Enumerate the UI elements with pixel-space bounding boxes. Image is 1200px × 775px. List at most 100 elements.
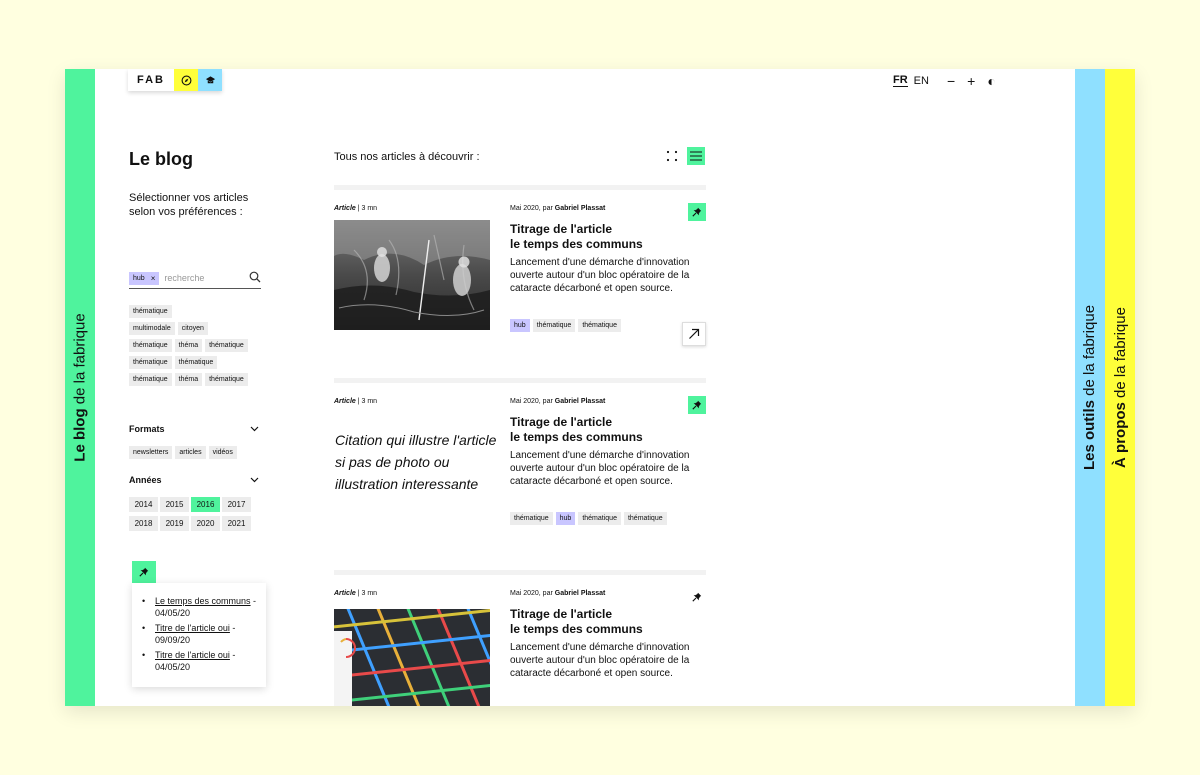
article-card[interactable]: Article | 3 mn Citation qui illustre l'a… [334,378,706,563]
pin-icon [139,567,149,577]
article-tag[interactable]: hub [510,319,530,332]
side-tab-blog-rest: de la fabrique [71,313,89,409]
pin-button[interactable] [688,203,706,221]
article-title[interactable]: Titrage de l'article le temps des communs [510,222,690,252]
theme-tag[interactable]: théma [174,339,203,352]
chevron-down-icon[interactable] [250,424,259,435]
years-label: Années [129,475,162,485]
article-tag[interactable]: hub [555,512,576,525]
grid-view-icon[interactable] [663,147,681,165]
pinned-list-toggle[interactable] [132,561,156,583]
article-tag[interactable]: thématique [532,319,576,332]
theme-tag[interactable]: thématique [129,356,172,369]
open-article-button[interactable] [682,322,706,346]
article-date: Mai 2020, par [510,398,555,405]
article-author[interactable]: Gabriel Plassat [555,398,606,405]
year-2017[interactable]: 2017 [222,497,251,512]
article-title-line: le temps des communs [510,430,643,444]
article-description: Lancement d'une démarche d'innovation ou… [510,450,690,487]
format-tag[interactable]: articles [175,446,206,459]
article-tags: thématique hub thématique thématique [510,512,670,525]
article-tag[interactable]: thématique [510,512,553,525]
search-chip-hub[interactable]: hub × [129,271,160,285]
formats-header[interactable]: Formats [129,424,259,435]
article-date: Mai 2020, par [510,590,555,597]
article-image-forest[interactable] [334,220,490,330]
search-input[interactable]: hub × recherche [129,268,261,289]
theme-tag[interactable]: théma [174,373,203,386]
card-divider [334,185,706,190]
article-tag[interactable]: thématique [578,512,621,525]
search-icon[interactable] [249,271,261,286]
pinned-item: Le temps des communs - 04/05/20 [142,595,258,619]
pinned-item: Titre de l'article oui - 04/05/20 [142,649,258,673]
article-tag[interactable]: thématique [578,319,621,332]
article-title-line: le temps des communs [510,622,643,636]
pinned-link[interactable]: Le temps des communs [155,596,251,606]
year-2015[interactable]: 2015 [160,497,189,512]
pin-button[interactable] [688,588,706,606]
theme-tag[interactable]: thématique [205,373,248,386]
pin-button[interactable] [688,396,706,414]
side-tab-outils[interactable]: Les outils de la fabrique [1075,69,1105,706]
format-tag[interactable]: newsletters [129,446,173,459]
year-2016[interactable]: 2016 [191,497,220,512]
article-duration: | 3 mn [355,590,378,597]
card-divider [334,378,706,383]
card-divider [334,570,706,575]
page-title: Le blog [129,149,193,169]
year-2014[interactable]: 2014 [129,497,158,512]
article-image-grid[interactable] [334,609,490,706]
side-tab-propos[interactable]: À propos de la fabrique [1105,69,1135,706]
theme-tag[interactable]: thématique [174,356,218,369]
years-header[interactable]: Années [129,475,259,486]
article-card[interactable]: Article | 3 mn Mai 2020, par Gabriel Pla… [334,570,706,706]
zoom-out-button[interactable]: − [947,74,955,88]
article-card[interactable]: Article | 3 mn Mai 2020, par Gabriel Pla… [334,185,706,370]
side-tab-blog[interactable]: Le blog de la fabrique [65,69,95,706]
article-date: Mai 2020, par [510,205,555,212]
theme-tag[interactable]: thématique [129,339,172,352]
contrast-icon[interactable]: ◐ [987,74,995,88]
theme-tag[interactable]: citoyen [177,322,208,335]
pinned-link[interactable]: Titre de l'article oui [155,650,230,660]
pin-icon [692,400,702,410]
format-tag[interactable]: vidéos [208,446,237,459]
logo-text[interactable]: FAB [128,69,174,91]
article-tag[interactable]: thématique [623,512,667,525]
year-2018[interactable]: 2018 [129,516,158,531]
format-tags: newsletters articles vidéos [129,446,237,459]
article-author[interactable]: Gabriel Plassat [555,590,606,597]
logo[interactable]: FAB [128,69,222,91]
view-toggle [663,147,705,165]
search-placeholder[interactable]: recherche [164,273,249,283]
theme-tag[interactable]: multimodale [129,322,175,335]
top-controls: FR EN − + ◐ [893,74,996,88]
compass-icon[interactable] [174,69,198,91]
article-title-line: Titrage de l'article [510,607,613,621]
pin-icon [692,592,702,602]
lang-en[interactable]: EN [914,75,929,87]
close-icon[interactable]: × [151,274,156,283]
hat-icon[interactable] [198,69,222,91]
year-2021[interactable]: 2021 [222,516,251,531]
side-tab-outils-bold: Les outils [1081,400,1099,471]
lang-fr[interactable]: FR [893,74,908,87]
article-title-line: Titrage de l'article [510,222,613,236]
year-2020[interactable]: 2020 [191,516,220,531]
article-author[interactable]: Gabriel Plassat [555,205,606,212]
article-quote: Citation qui illustre l'article si pas d… [335,432,497,492]
zoom-in-button[interactable]: + [967,74,975,88]
year-2019[interactable]: 2019 [160,516,189,531]
list-view-icon[interactable] [687,147,705,165]
theme-tag[interactable]: thématique [205,339,248,352]
article-title[interactable]: Titrage de l'article le temps des communs [510,415,690,445]
article-title[interactable]: Titrage de l'article le temps des communs [510,607,690,637]
theme-tag[interactable]: thématique [129,373,172,386]
chevron-down-icon[interactable] [250,475,259,486]
article-meta: Article | 3 mn [334,398,377,405]
pinned-link[interactable]: Titre de l'article oui [155,623,230,633]
side-tab-propos-rest: de la fabrique [1111,307,1129,403]
theme-tag[interactable]: thématique [129,305,172,318]
article-meta: Article | 3 mn [334,205,377,212]
